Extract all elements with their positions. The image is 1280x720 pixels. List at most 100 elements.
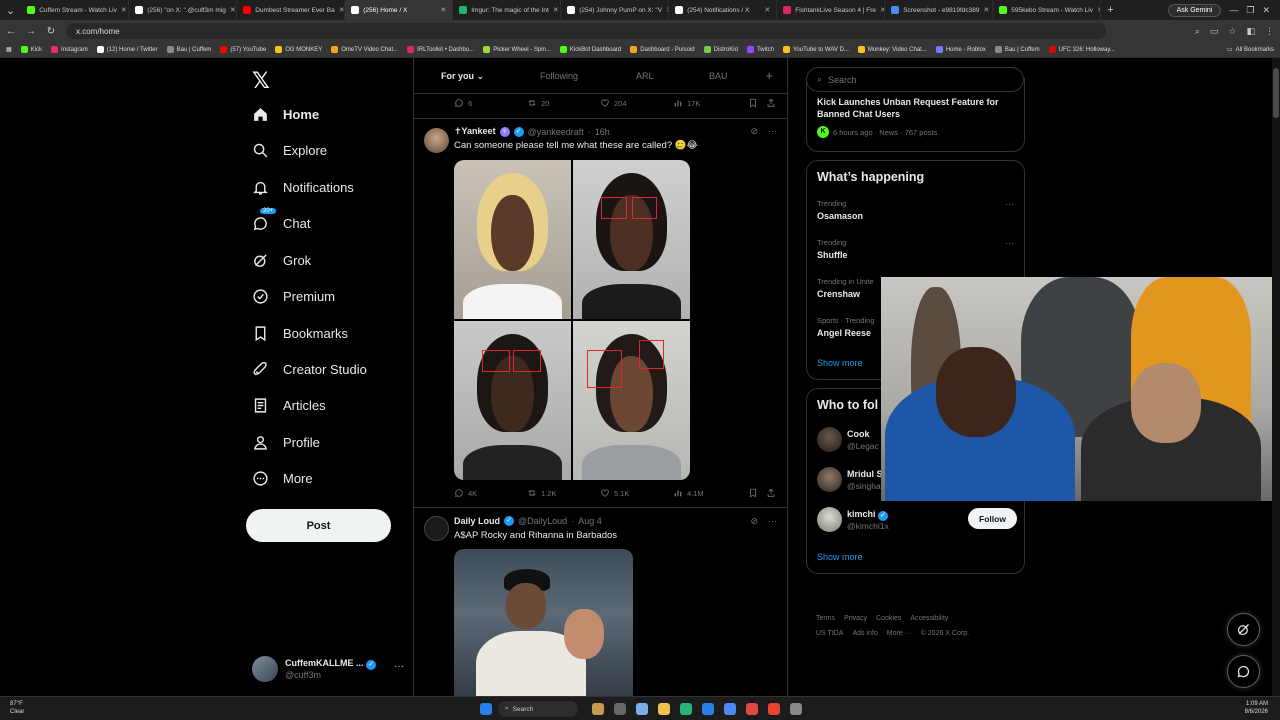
all-bookmarks-button[interactable]: ▭ All Bookmarks <box>1227 46 1274 54</box>
add-tab-icon[interactable]: + <box>765 68 773 83</box>
browser-tab[interactable]: (254) Notifications / X ✕ <box>669 0 778 20</box>
nav-item-chat[interactable]: 20+ Chat <box>252 208 310 232</box>
scrollbar[interactable] <box>1272 58 1280 696</box>
scrollbar-thumb[interactable] <box>1273 68 1279 118</box>
suggestion-name[interactable]: Mridul S <box>847 469 883 479</box>
trend-name[interactable]: Crenshaw <box>817 289 860 299</box>
footer-cookies[interactable]: Cookies <box>876 615 901 622</box>
star-icon[interactable]: ☆ <box>1228 26 1236 37</box>
cast-icon[interactable]: ▭ <box>1210 26 1219 37</box>
bookmark-item[interactable]: Bau | Cuffem <box>166 46 211 53</box>
close-tab-icon[interactable]: ✕ <box>121 6 127 14</box>
browser-tab[interactable]: (256) Home / X ✕ <box>345 0 454 20</box>
nav-item-premium[interactable]: Premium <box>252 288 335 305</box>
trend-name[interactable]: Osamason <box>817 211 863 221</box>
browser-tab[interactable]: Cuffem Stream - Watch Liv ✕ <box>21 0 130 20</box>
footer-privacy[interactable]: Privacy <box>844 615 867 622</box>
like-button[interactable]: 204 <box>600 98 627 108</box>
bookmark-item[interactable]: OmeTV Video Chat... <box>331 46 398 53</box>
tweet[interactable]: Daily Loud ✓ @DailyLoud · Aug 4 ⊘ ··· A$… <box>414 508 787 696</box>
nav-item-profile[interactable]: Profile <box>252 434 320 451</box>
more-options-icon[interactable]: ··· <box>768 516 777 527</box>
bookmark-item[interactable]: Bau | Cuffem <box>994 46 1040 53</box>
views-button[interactable]: 17K <box>673 98 700 108</box>
account-switcher[interactable]: CuffemKALLME ... ✓ @cuff3m ··· <box>252 655 412 683</box>
footer-us-tida[interactable]: US TIDA <box>816 630 844 637</box>
apps-icon[interactable]: ▦ <box>6 46 12 53</box>
bookmark-button[interactable] <box>748 488 758 498</box>
start-icon[interactable] <box>480 703 492 715</box>
app-icon[interactable] <box>636 703 648 715</box>
grok-fab[interactable] <box>1227 613 1260 646</box>
avatar[interactable] <box>817 427 842 452</box>
show-more-link[interactable]: Show more <box>817 358 863 368</box>
x-logo[interactable]: 𝕏 <box>252 68 270 94</box>
browser-tab[interactable]: Imgur: The magic of the Int ✕ <box>453 0 562 20</box>
tab-following[interactable]: Following <box>540 71 578 81</box>
bookmark-item[interactable]: OG MONKEY <box>275 46 322 53</box>
bookmark-item[interactable]: UFC 326: Holloway... <box>1048 46 1115 53</box>
bookmark-item[interactable]: (57) YouTube <box>220 46 266 53</box>
close-tab-icon[interactable]: ✕ <box>553 6 559 14</box>
nav-item-articles[interactable]: Articles <box>252 397 326 414</box>
folder-icon[interactable] <box>658 703 670 715</box>
tab-bau[interactable]: BAU <box>709 71 728 81</box>
news-card[interactable]: Kick Launches Unban Request Feature for … <box>806 78 1025 152</box>
bookmark-item[interactable]: Instagram <box>51 46 88 53</box>
tweet[interactable]: ✝Yankeet ♅ ✓ @yankeedraft · 16h ⊘ ··· Ca… <box>414 118 787 508</box>
more-options-icon[interactable]: ··· <box>1005 238 1014 248</box>
tweet-image-grid[interactable] <box>454 160 690 480</box>
close-icon[interactable]: ✕ <box>1262 5 1270 16</box>
nav-item-bookmarks[interactable]: Bookmarks <box>252 325 348 342</box>
nav-item-creator-studio[interactable]: Creator Studio <box>252 361 367 378</box>
suggestion-name[interactable]: kimchi ✓ <box>847 509 889 521</box>
tweet-image[interactable] <box>454 549 633 696</box>
app-icon[interactable] <box>614 703 626 715</box>
avatar[interactable] <box>424 128 449 153</box>
more-options-icon[interactable]: ··· <box>1005 199 1014 209</box>
bookmark-item[interactable]: Dashboard - Pulsoid <box>630 46 695 53</box>
bookmark-item[interactable]: Picker Wheel - Spin... <box>483 46 551 53</box>
new-tab-button[interactable]: + <box>1101 4 1119 16</box>
close-tab-icon[interactable]: ✕ <box>764 6 770 14</box>
bookmark-button[interactable] <box>748 98 758 108</box>
trend-name[interactable]: Angel Reese <box>817 328 871 338</box>
tweet-image[interactable] <box>454 160 571 319</box>
app-icon[interactable] <box>746 703 758 715</box>
back-icon[interactable]: ← <box>6 26 16 37</box>
browser-tab[interactable]: 595kebo Stream - Watch Liv✕ <box>993 0 1102 20</box>
messages-fab[interactable] <box>1227 655 1260 688</box>
app-icon[interactable] <box>592 703 604 715</box>
footer-terms[interactable]: Terms <box>816 615 835 622</box>
nav-item-notifications[interactable]: Notifications <box>252 179 354 196</box>
avatar[interactable] <box>817 507 842 532</box>
bookmark-item[interactable]: YouTube to WAV D... <box>782 46 849 53</box>
address-bar[interactable]: x.com/home <box>66 23 1106 39</box>
taskbar-search[interactable]: ⌕ Search <box>498 701 578 717</box>
nav-item-home[interactable]: Home <box>252 106 319 123</box>
show-more-link[interactable]: Show more <box>817 552 863 562</box>
follow-suggestion[interactable]: kimchi ✓ @kimchi1x Follow <box>817 507 1017 535</box>
author-handle[interactable]: @DailyLoud <box>518 516 567 526</box>
tab-search-button[interactable]: ⌄ <box>0 4 21 17</box>
more-options-icon[interactable]: ··· <box>768 126 777 137</box>
nav-item-more[interactable]: More <box>252 470 313 487</box>
reload-icon[interactable]: ↻ <box>46 26 56 37</box>
tweet-time[interactable]: 16h <box>595 127 610 137</box>
close-tab-icon[interactable]: ✕ <box>230 6 236 14</box>
author-name[interactable]: Daily Loud <box>454 516 500 526</box>
grok-icon[interactable]: ⊘ <box>750 126 758 137</box>
browser-tab[interactable]: Dumbest Streamer Ever Ba ✕ <box>237 0 346 20</box>
ask-gemini-button[interactable]: Ask Gemini <box>1167 3 1222 17</box>
trend-name[interactable]: Shuffle <box>817 250 848 260</box>
reply-button[interactable]: 6 <box>454 98 472 108</box>
bookmark-item[interactable]: IRLToolkit • Dashbo... <box>407 46 474 53</box>
close-tab-icon[interactable]: ✕ <box>983 6 989 14</box>
grok-icon[interactable]: ⊘ <box>750 516 758 527</box>
browser-tab[interactable]: Screenshot - e9819fdc389 ✕ <box>885 0 994 20</box>
avatar[interactable] <box>817 467 842 492</box>
bookmark-item[interactable]: Home - Roblox <box>935 46 986 53</box>
edge-icon[interactable] <box>680 703 692 715</box>
bookmark-item[interactable]: (12) Home / Twitter <box>96 46 158 53</box>
browser-tab[interactable]: (256) "on X: ".@cuff3m mig ✕ <box>129 0 238 20</box>
